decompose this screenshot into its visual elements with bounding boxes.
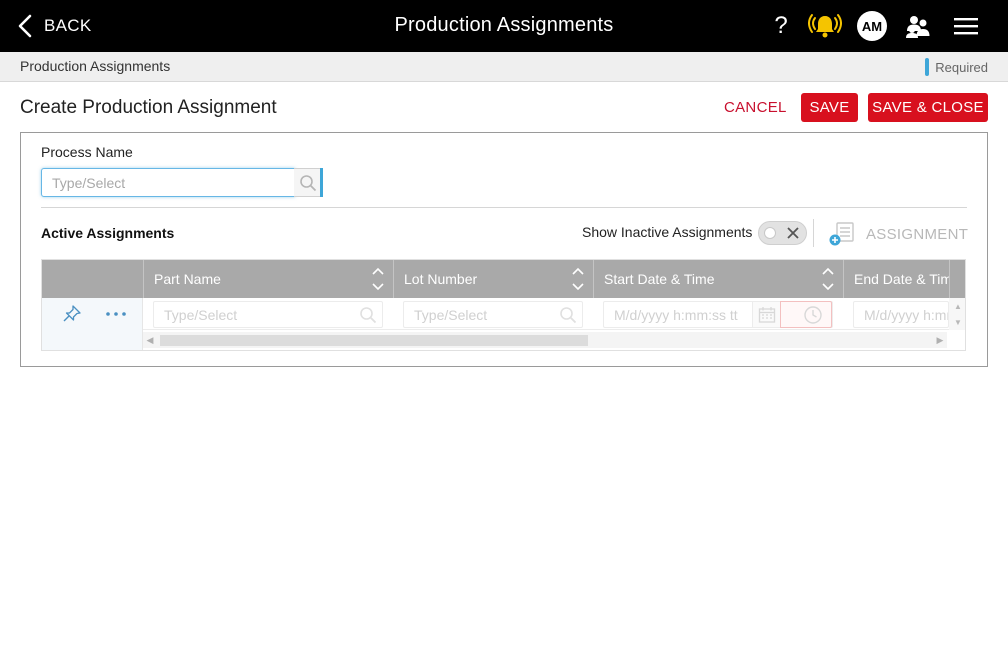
- time-button[interactable]: [780, 301, 832, 328]
- column-header-label: End Date & Time: [854, 271, 949, 287]
- column-header-label: Start Date & Time: [604, 271, 715, 287]
- toggle-knob: [764, 227, 776, 239]
- process-name-label: Process Name: [41, 144, 133, 160]
- column-header-part-name[interactable]: Part Name: [143, 260, 393, 298]
- column-header-end-date[interactable]: End Date & Time: [843, 260, 949, 298]
- process-search-button[interactable]: [294, 168, 322, 197]
- grid-header: Part Name Lot Number Start Date & Time E…: [42, 260, 965, 298]
- column-header-label: Part Name: [154, 271, 221, 287]
- start-date-field[interactable]: [604, 302, 752, 327]
- sort-icon[interactable]: [821, 264, 835, 294]
- table-row: [42, 298, 965, 330]
- alarm-bell-icon: [808, 14, 842, 38]
- page-title: Create Production Assignment: [20, 97, 277, 118]
- breadcrumb-bar: Production Assignments Required: [0, 52, 1008, 82]
- more-options-icon[interactable]: [104, 306, 128, 322]
- search-icon: [299, 174, 316, 191]
- start-date-input[interactable]: [603, 301, 833, 328]
- sort-icon[interactable]: [571, 264, 585, 294]
- assignment-form-card: Process Name Active Assignments Show Ina…: [20, 132, 988, 367]
- lot-number-field[interactable]: [404, 302, 554, 327]
- scroll-down-arrow[interactable]: ▼: [953, 318, 963, 328]
- people-icon: [906, 16, 930, 38]
- assignments-grid: Part Name Lot Number Start Date & Time E…: [41, 259, 966, 351]
- required-marker: [925, 58, 930, 76]
- chevron-left-icon: [18, 14, 32, 38]
- clock-icon: [804, 305, 822, 324]
- save-and-close-button[interactable]: SAVE & CLOSE: [868, 93, 988, 122]
- part-search-button[interactable]: [354, 302, 382, 327]
- add-assignment-button[interactable]: ASSIGNMENT: [828, 220, 968, 248]
- close-icon: [787, 227, 799, 239]
- column-header-label: Lot Number: [404, 271, 478, 287]
- add-assignment-label: ASSIGNMENT: [866, 225, 969, 243]
- column-header-lot-number[interactable]: Lot Number: [393, 260, 593, 298]
- horizontal-scroll-row: ◀ ▶: [42, 330, 965, 350]
- horizontal-scrollbar[interactable]: ◀ ▶: [143, 332, 947, 348]
- show-inactive-label: Show Inactive Assignments: [582, 224, 753, 240]
- scroll-right-arrow[interactable]: ▶: [935, 334, 945, 346]
- breadcrumb[interactable]: Production Assignments: [20, 58, 170, 74]
- divider: [813, 219, 814, 247]
- pin-icon[interactable]: [62, 305, 82, 323]
- scroll-left-arrow[interactable]: ◀: [145, 334, 155, 346]
- required-marker: [320, 168, 323, 197]
- sort-icon[interactable]: [371, 264, 385, 294]
- back-button[interactable]: BACK: [18, 12, 92, 40]
- cancel-button[interactable]: CANCEL: [716, 93, 795, 122]
- divider: [41, 207, 967, 208]
- end-date-input[interactable]: [853, 301, 949, 328]
- part-name-field[interactable]: [154, 302, 354, 327]
- people-button[interactable]: [905, 12, 931, 40]
- header-scroll-spacer: [949, 260, 965, 298]
- top-bar: BACK Production Assignments ? AM: [0, 0, 1008, 52]
- back-label: BACK: [44, 16, 92, 35]
- column-header-start-date[interactable]: Start Date & Time: [593, 260, 843, 298]
- process-name-input[interactable]: [41, 168, 295, 197]
- show-inactive-toggle[interactable]: [758, 221, 807, 245]
- scroll-up-arrow[interactable]: ▲: [953, 302, 963, 312]
- scroll-row-controls: [42, 330, 143, 350]
- active-assignments-title: Active Assignments: [41, 225, 175, 241]
- hamburger-menu-button[interactable]: [952, 12, 980, 40]
- save-button[interactable]: SAVE: [801, 93, 858, 122]
- add-row-icon: [829, 222, 854, 246]
- alarm-bell-button[interactable]: [808, 12, 842, 40]
- scroll-thumb[interactable]: [160, 335, 588, 346]
- help-button[interactable]: ?: [772, 12, 790, 40]
- search-icon: [360, 306, 377, 323]
- required-label: Required: [935, 59, 988, 75]
- end-date-field[interactable]: [854, 302, 948, 327]
- required-legend: Required: [925, 58, 988, 76]
- calendar-icon: [758, 306, 775, 323]
- hamburger-menu-icon: [954, 18, 978, 35]
- row-controls: [42, 298, 143, 330]
- lot-search-button[interactable]: [554, 302, 582, 327]
- calendar-button[interactable]: [752, 302, 780, 327]
- avatar[interactable]: AM: [857, 11, 887, 41]
- part-name-input[interactable]: [153, 301, 383, 328]
- lot-number-input[interactable]: [403, 301, 583, 328]
- search-icon: [560, 306, 577, 323]
